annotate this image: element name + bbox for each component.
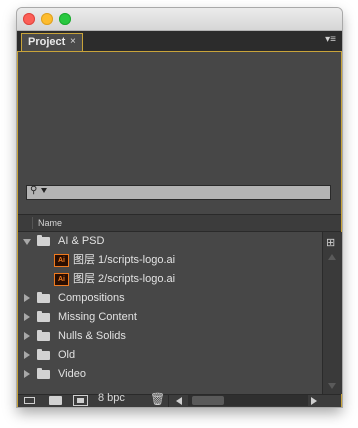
illustrator-file-icon: Ai [54, 273, 69, 286]
project-panel: Project × ▾≡ ⚲ Name AI & PSD Ai 图层 1/scr… [17, 31, 342, 407]
panel-bottom-toolbar: 8 bpc 🗑 [18, 392, 341, 407]
disclosure-triangle-expanded-icon[interactable] [23, 239, 31, 245]
tree-row-missing-content[interactable]: Missing Content [18, 308, 322, 327]
folder-icon [37, 330, 50, 341]
disclosure-triangle-collapsed-icon[interactable] [24, 332, 30, 340]
search-input[interactable]: ⚲ [26, 185, 331, 200]
disclosure-triangle-collapsed-icon[interactable] [24, 313, 30, 321]
new-folder-icon[interactable] [49, 396, 62, 405]
maximize-window-button[interactable] [59, 13, 71, 25]
column-name-header[interactable]: Name [38, 215, 62, 231]
folder-icon [37, 292, 50, 303]
horizontal-scrollbar-thumb[interactable] [192, 396, 224, 405]
disclosure-triangle-collapsed-icon[interactable] [24, 370, 30, 378]
project-tree: AI & PSD Ai 图层 1/scripts-logo.ai Ai 图层 2… [18, 232, 322, 394]
vertical-scrollbar[interactable]: ⊞ [322, 232, 342, 394]
tree-item-label: Old [58, 349, 76, 361]
disclosure-triangle-collapsed-icon[interactable] [24, 351, 30, 359]
tree-item-label: Missing Content [58, 311, 137, 323]
interpret-footage-icon[interactable] [22, 395, 36, 405]
scroll-left-icon[interactable] [176, 397, 182, 405]
tree-item-label: Video [58, 368, 86, 380]
tree-row-ai-psd[interactable]: AI & PSD [18, 232, 322, 251]
panel-tabbar: Project × ▾≡ [17, 31, 342, 51]
tree-row-nulls-solids[interactable]: Nulls & Solids [18, 327, 322, 346]
scroll-down-icon[interactable] [328, 383, 336, 389]
tab-project[interactable]: Project × [21, 33, 83, 51]
tree-row-file[interactable]: Ai 图层 2/scripts-logo.ai [18, 270, 322, 289]
tree-item-label: Nulls & Solids [58, 330, 126, 342]
preview-area [18, 52, 341, 198]
toolbar-divider [168, 394, 169, 407]
tree-item-label: AI & PSD [58, 235, 105, 247]
close-window-button[interactable] [23, 13, 35, 25]
panel-menu-icon[interactable]: ▾≡ [325, 34, 336, 45]
folder-icon [37, 311, 50, 322]
folder-icon [37, 349, 50, 360]
label-column-divider[interactable] [32, 217, 33, 229]
disclosure-triangle-collapsed-icon[interactable] [24, 294, 30, 302]
folder-icon [37, 368, 50, 379]
tree-row-video[interactable]: Video [18, 365, 322, 384]
column-header: Name [18, 214, 341, 232]
project-window: Project × ▾≡ ⚲ Name AI & PSD Ai 图层 1/scr… [17, 8, 342, 407]
close-icon[interactable]: × [70, 34, 76, 50]
search-icon[interactable]: ⚲ [30, 185, 37, 196]
tree-item-label: Compositions [58, 292, 125, 304]
tree-row-old[interactable]: Old [18, 346, 322, 365]
panel-body: ⚲ Name AI & PSD Ai 图层 1/scripts-logo.ai [17, 51, 342, 407]
search-dropdown-icon[interactable] [41, 188, 47, 193]
tab-project-label: Project [28, 36, 66, 48]
tree-row-compositions[interactable]: Compositions [18, 289, 322, 308]
window-titlebar[interactable] [17, 8, 342, 31]
flowchart-icon[interactable]: ⊞ [326, 236, 335, 249]
new-composition-icon[interactable] [73, 395, 88, 406]
trash-icon[interactable]: 🗑 [150, 392, 165, 406]
illustrator-file-icon: Ai [54, 254, 69, 267]
minimize-window-button[interactable] [41, 13, 53, 25]
bit-depth-button[interactable]: 8 bpc [98, 392, 125, 404]
scroll-up-icon[interactable] [328, 254, 336, 260]
tree-item-label: 图层 1/scripts-logo.ai [73, 254, 176, 266]
tree-item-label: 图层 2/scripts-logo.ai [73, 273, 176, 285]
folder-icon [37, 235, 50, 246]
tree-row-file[interactable]: Ai 图层 1/scripts-logo.ai [18, 251, 322, 270]
scroll-right-icon[interactable] [311, 397, 317, 405]
